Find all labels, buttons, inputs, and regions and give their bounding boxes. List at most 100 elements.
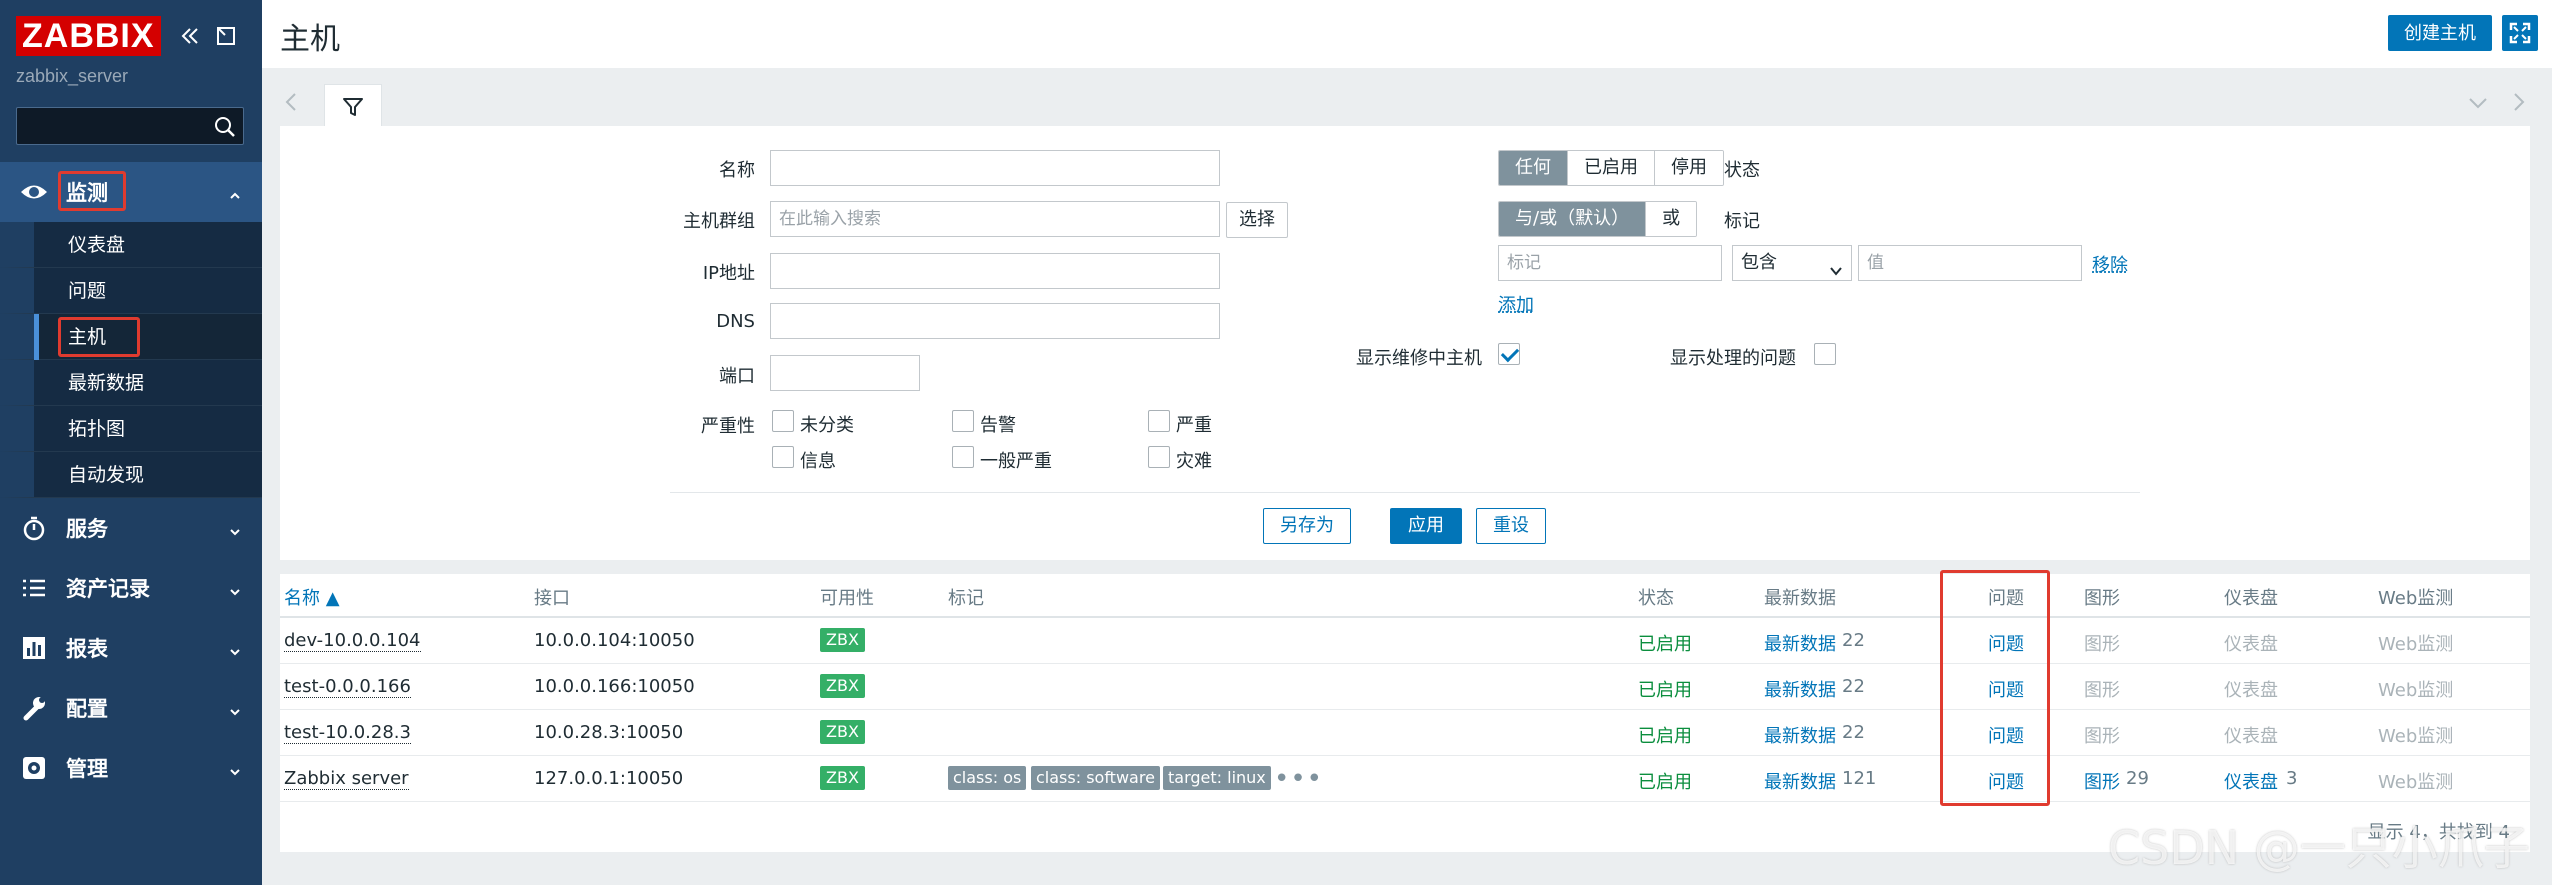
fullscreen-button[interactable] <box>2502 15 2538 51</box>
host-name-link[interactable]: Zabbix server <box>284 769 409 790</box>
status-cell[interactable]: 已启用 <box>1638 676 1692 702</box>
chevron-down-icon <box>228 580 242 596</box>
sidebar-item-dashboard[interactable]: 仪表盘 <box>0 222 262 268</box>
sidebar-item-discovery[interactable]: 自动发现 <box>0 452 262 498</box>
menu-reports[interactable]: 报表 <box>0 618 262 678</box>
chevron-down-icon[interactable] <box>2466 90 2490 114</box>
hostgroup-input[interactable] <box>770 201 1220 237</box>
zbx-availability-badge[interactable]: ZBX <box>820 766 865 790</box>
collapse-sidebar-icon[interactable] <box>176 22 204 50</box>
tag-badge[interactable]: class: software <box>1031 766 1160 790</box>
more-tags-icon[interactable]: ••• <box>1274 764 1323 794</box>
zbx-availability-badge[interactable]: ZBX <box>820 720 865 744</box>
status-cell[interactable]: 已启用 <box>1638 630 1692 656</box>
filter-tab[interactable] <box>324 84 382 128</box>
menu-administration[interactable]: 管理 <box>0 738 262 798</box>
graphs-link[interactable]: 图形 <box>2084 768 2120 794</box>
zbx-availability-badge[interactable]: ZBX <box>820 628 865 652</box>
tag-value-input[interactable] <box>1858 245 2082 281</box>
kiosk-mode-icon[interactable] <box>212 22 240 50</box>
latest-data-link[interactable]: 最新数据 <box>1764 722 1836 748</box>
logo[interactable]: ZABBIX <box>16 16 161 56</box>
column-web: Web监测 <box>2378 588 2454 609</box>
tag-mode-segmented-control[interactable]: 与/或（默认） 或 <box>1498 201 1698 237</box>
sidebar-item-latest-data[interactable]: 最新数据 <box>0 360 262 406</box>
sidebar-search-input[interactable] <box>16 107 244 145</box>
status-option-disabled[interactable]: 停用 <box>1655 151 1723 185</box>
problems-link[interactable]: 问题 <box>1988 676 2024 702</box>
ip-input[interactable] <box>770 253 1220 289</box>
status-option-any[interactable]: 任何 <box>1499 151 1568 185</box>
web-cell: Web监测 <box>2378 634 2454 655</box>
sidebar: ZABBIX zabbix_server 监测 仪表盘 问题 主机 最新数据 拓… <box>0 0 262 885</box>
name-label: 名称 <box>719 160 755 181</box>
gear-icon <box>18 752 50 784</box>
sidebar-item-hosts[interactable]: 主机 <box>0 314 262 360</box>
status-segmented-control[interactable]: 任何 已启用 停用 <box>1498 150 1724 186</box>
problems-link[interactable]: 问题 <box>1988 630 2024 656</box>
zabbix-logo[interactable]: ZABBIX <box>16 16 161 56</box>
menu-services[interactable]: 服务 <box>0 498 262 558</box>
wrench-icon <box>18 692 50 724</box>
dns-input[interactable] <box>770 303 1220 339</box>
search-icon[interactable] <box>213 115 237 139</box>
menu-configuration-label: 配置 <box>66 697 108 721</box>
latest-data-link[interactable]: 最新数据 <box>1764 630 1836 656</box>
table-row: Zabbix server 127.0.0.1:10050 ZBX class:… <box>280 756 2530 802</box>
tag-name-input[interactable] <box>1498 245 1722 281</box>
save-as-button[interactable]: 另存为 <box>1263 508 1351 544</box>
menu-configuration[interactable]: 配置 <box>0 678 262 738</box>
remove-tag-link[interactable]: 移除 <box>2092 251 2128 277</box>
sidebar-item-problems[interactable]: 问题 <box>0 268 262 314</box>
apply-button[interactable]: 应用 <box>1390 508 1462 544</box>
tag-mode-or[interactable]: 或 <box>1646 202 1697 236</box>
create-host-button[interactable]: 创建主机 <box>2388 15 2492 51</box>
reset-button[interactable]: 重设 <box>1476 508 1546 544</box>
column-status[interactable]: 状态 <box>1638 584 1674 610</box>
chevron-right-icon[interactable] <box>2506 90 2530 114</box>
web-cell: Web监测 <box>2378 772 2454 793</box>
severity-checkbox-warning[interactable] <box>952 410 974 432</box>
severity-checkbox-not-classified[interactable] <box>772 410 794 432</box>
show-suppressed-label: 显示处理的问题 <box>1670 348 1796 369</box>
latest-data-link[interactable]: 最新数据 <box>1764 676 1836 702</box>
column-latest-data: 最新数据 <box>1764 588 1836 609</box>
filter-divider <box>670 492 2140 493</box>
interface-cell: 10.0.0.104:10050 <box>534 630 695 651</box>
zbx-availability-badge[interactable]: ZBX <box>820 674 865 698</box>
tag-mode-and-or[interactable]: 与/或（默认） <box>1499 202 1647 236</box>
select-hostgroup-button[interactable]: 选择 <box>1226 202 1288 238</box>
tag-badge[interactable]: target: linux <box>1163 766 1271 790</box>
chevron-left-icon[interactable] <box>280 90 304 114</box>
name-input[interactable] <box>770 150 1220 186</box>
status-cell[interactable]: 已启用 <box>1638 768 1692 794</box>
add-tag-link[interactable]: 添加 <box>1498 291 1534 317</box>
column-dashboards: 仪表盘 <box>2224 588 2278 609</box>
latest-data-link[interactable]: 最新数据 <box>1764 768 1836 794</box>
show-maintenance-checkbox[interactable] <box>1498 343 1520 365</box>
status-option-enabled[interactable]: 已启用 <box>1568 151 1655 185</box>
page-header: 主机 创建主机 <box>262 0 2552 68</box>
host-name-link[interactable]: test-0.0.0.166 <box>284 677 411 698</box>
port-input[interactable] <box>770 355 920 391</box>
status-cell[interactable]: 已启用 <box>1638 722 1692 748</box>
column-name[interactable]: 名称 ▲ <box>284 584 340 610</box>
host-name-link[interactable]: test-10.0.28.3 <box>284 723 411 744</box>
sidebar-item-maps[interactable]: 拓扑图 <box>0 406 262 452</box>
dashboards-link[interactable]: 仪表盘 <box>2224 768 2278 794</box>
severity-checkbox-information[interactable] <box>772 446 794 468</box>
severity-checkbox-average[interactable] <box>952 446 974 468</box>
show-suppressed-checkbox[interactable] <box>1814 343 1836 365</box>
menu-inventory[interactable]: 资产记录 <box>0 558 262 618</box>
chevron-down-icon <box>1829 256 1843 276</box>
severity-label-high: 严重 <box>1176 415 1212 436</box>
tag-badge[interactable]: class: os <box>948 766 1027 790</box>
menu-monitoring[interactable]: 监测 <box>0 162 262 222</box>
severity-checkbox-high[interactable] <box>1148 410 1170 432</box>
host-name-link[interactable]: dev-10.0.0.104 <box>284 631 421 652</box>
problems-link[interactable]: 问题 <box>1988 722 2024 748</box>
severity-checkbox-disaster[interactable] <box>1148 446 1170 468</box>
table-header: 名称 ▲ 接口 可用性 标记 状态 最新数据 问题 图形 仪表盘 Web监测 <box>280 574 2530 618</box>
tag-operator-select[interactable]: 包含 <box>1732 245 1852 281</box>
problems-link[interactable]: 问题 <box>1988 768 2024 794</box>
